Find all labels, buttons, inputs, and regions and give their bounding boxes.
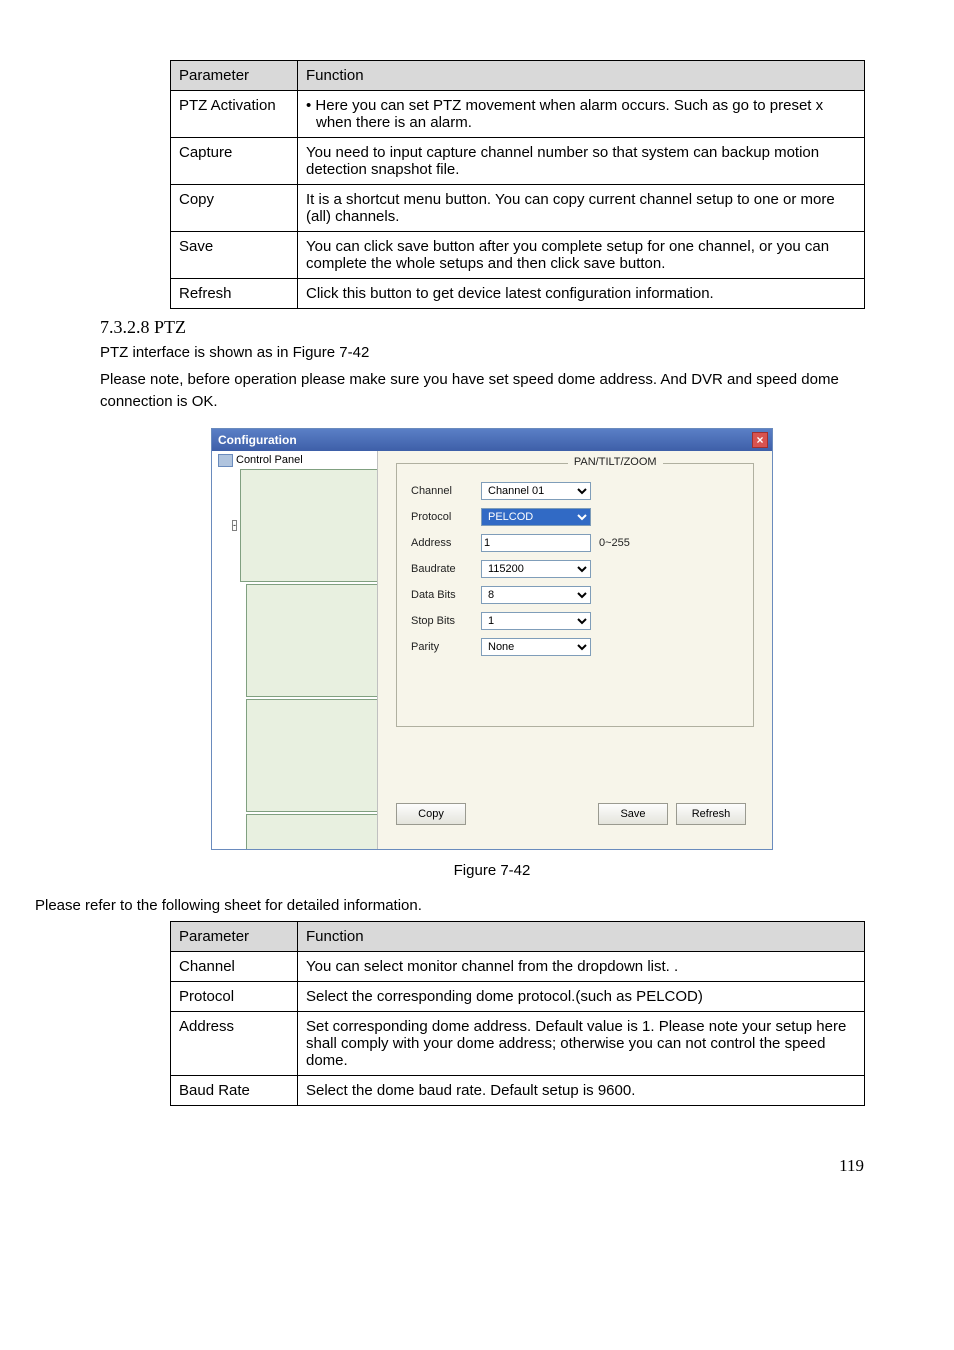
label-databits: Data Bits [411,589,481,601]
tree-leaf[interactable]: VERSION [246,583,377,698]
address-hint: 0~255 [599,537,630,549]
body-text: Please refer to the following sheet for … [35,895,884,918]
tree-root[interactable]: Control Panel [218,453,377,468]
page-icon [240,469,378,582]
table-header: Parameter [171,922,298,952]
table-2: Parameter Function Channel You can selec… [170,921,865,1106]
address-input[interactable] [481,534,591,552]
label-protocol: Protocol [411,511,481,523]
table-header: Function [298,61,865,91]
panel-icon [218,454,233,467]
label-stopbits: Stop Bits [411,615,481,627]
tree-node-query[interactable]: -Query System Info [232,468,377,583]
label-parity: Parity [411,641,481,653]
table-row: Capture You need to input capture channe… [171,138,865,185]
collapse-icon[interactable]: - [232,520,237,531]
table-row: Channel You can select monitor channel f… [171,952,865,982]
tree-panel: Control Panel -Query System Info VERSION… [212,451,378,849]
tree-leaf[interactable]: LOG [246,813,377,849]
table-row: Copy It is a shortcut menu button. You c… [171,185,865,232]
baudrate-select[interactable]: 115200 [481,560,591,578]
table-header: Function [298,922,865,952]
dialog-title: Configuration [218,433,297,447]
figure-caption: Figure 7-42 [100,862,884,879]
label-baudrate: Baudrate [411,563,481,575]
table-header: Parameter [171,61,298,91]
body-text: PTZ interface is shown as in Figure 7-42 [100,342,884,365]
page-icon [246,814,378,849]
dialog-titlebar: Configuration × [212,429,772,451]
table-row: PTZ Activation • Here you can set PTZ mo… [171,91,865,138]
groupbox-label: PAN/TILT/ZOOM [568,456,663,468]
refresh-button[interactable]: Refresh [676,803,746,825]
section-heading: 7.3.2.8 PTZ [100,317,884,338]
form-panel: PAN/TILT/ZOOM Channel Channel 01 Protoco… [378,451,772,849]
copy-button[interactable]: Copy [396,803,466,825]
label-address: Address [411,537,481,549]
label-channel: Channel [411,485,481,497]
close-icon[interactable]: × [752,432,768,448]
parity-select[interactable]: None [481,638,591,656]
stopbits-select[interactable]: 1 [481,612,591,630]
tree-leaf[interactable]: HDD INFO [246,698,377,813]
page-icon [246,699,378,812]
table-row: Save You can click save button after you… [171,232,865,279]
ptz-groupbox: PAN/TILT/ZOOM Channel Channel 01 Protoco… [396,463,754,727]
figure: Configuration × Control Panel -Query Sys… [100,428,884,850]
save-button[interactable]: Save [598,803,668,825]
table-row: Refresh Click this button to get device … [171,279,865,309]
table-1: Parameter Function PTZ Activation • Here… [170,60,865,309]
table-row: Address Set corresponding dome address. … [171,1012,865,1076]
channel-select[interactable]: Channel 01 [481,482,591,500]
table-row: Baud Rate Select the dome baud rate. Def… [171,1076,865,1106]
page-icon [246,584,378,697]
button-row: Copy Save Refresh [396,803,754,825]
table-row: Protocol Select the corresponding dome p… [171,982,865,1012]
configuration-dialog: Configuration × Control Panel -Query Sys… [211,428,773,850]
page-number: 119 [100,1156,884,1176]
protocol-select[interactable]: PELCOD [481,508,591,526]
body-text: Please note, before operation please mak… [100,369,884,414]
databits-select[interactable]: 8 [481,586,591,604]
